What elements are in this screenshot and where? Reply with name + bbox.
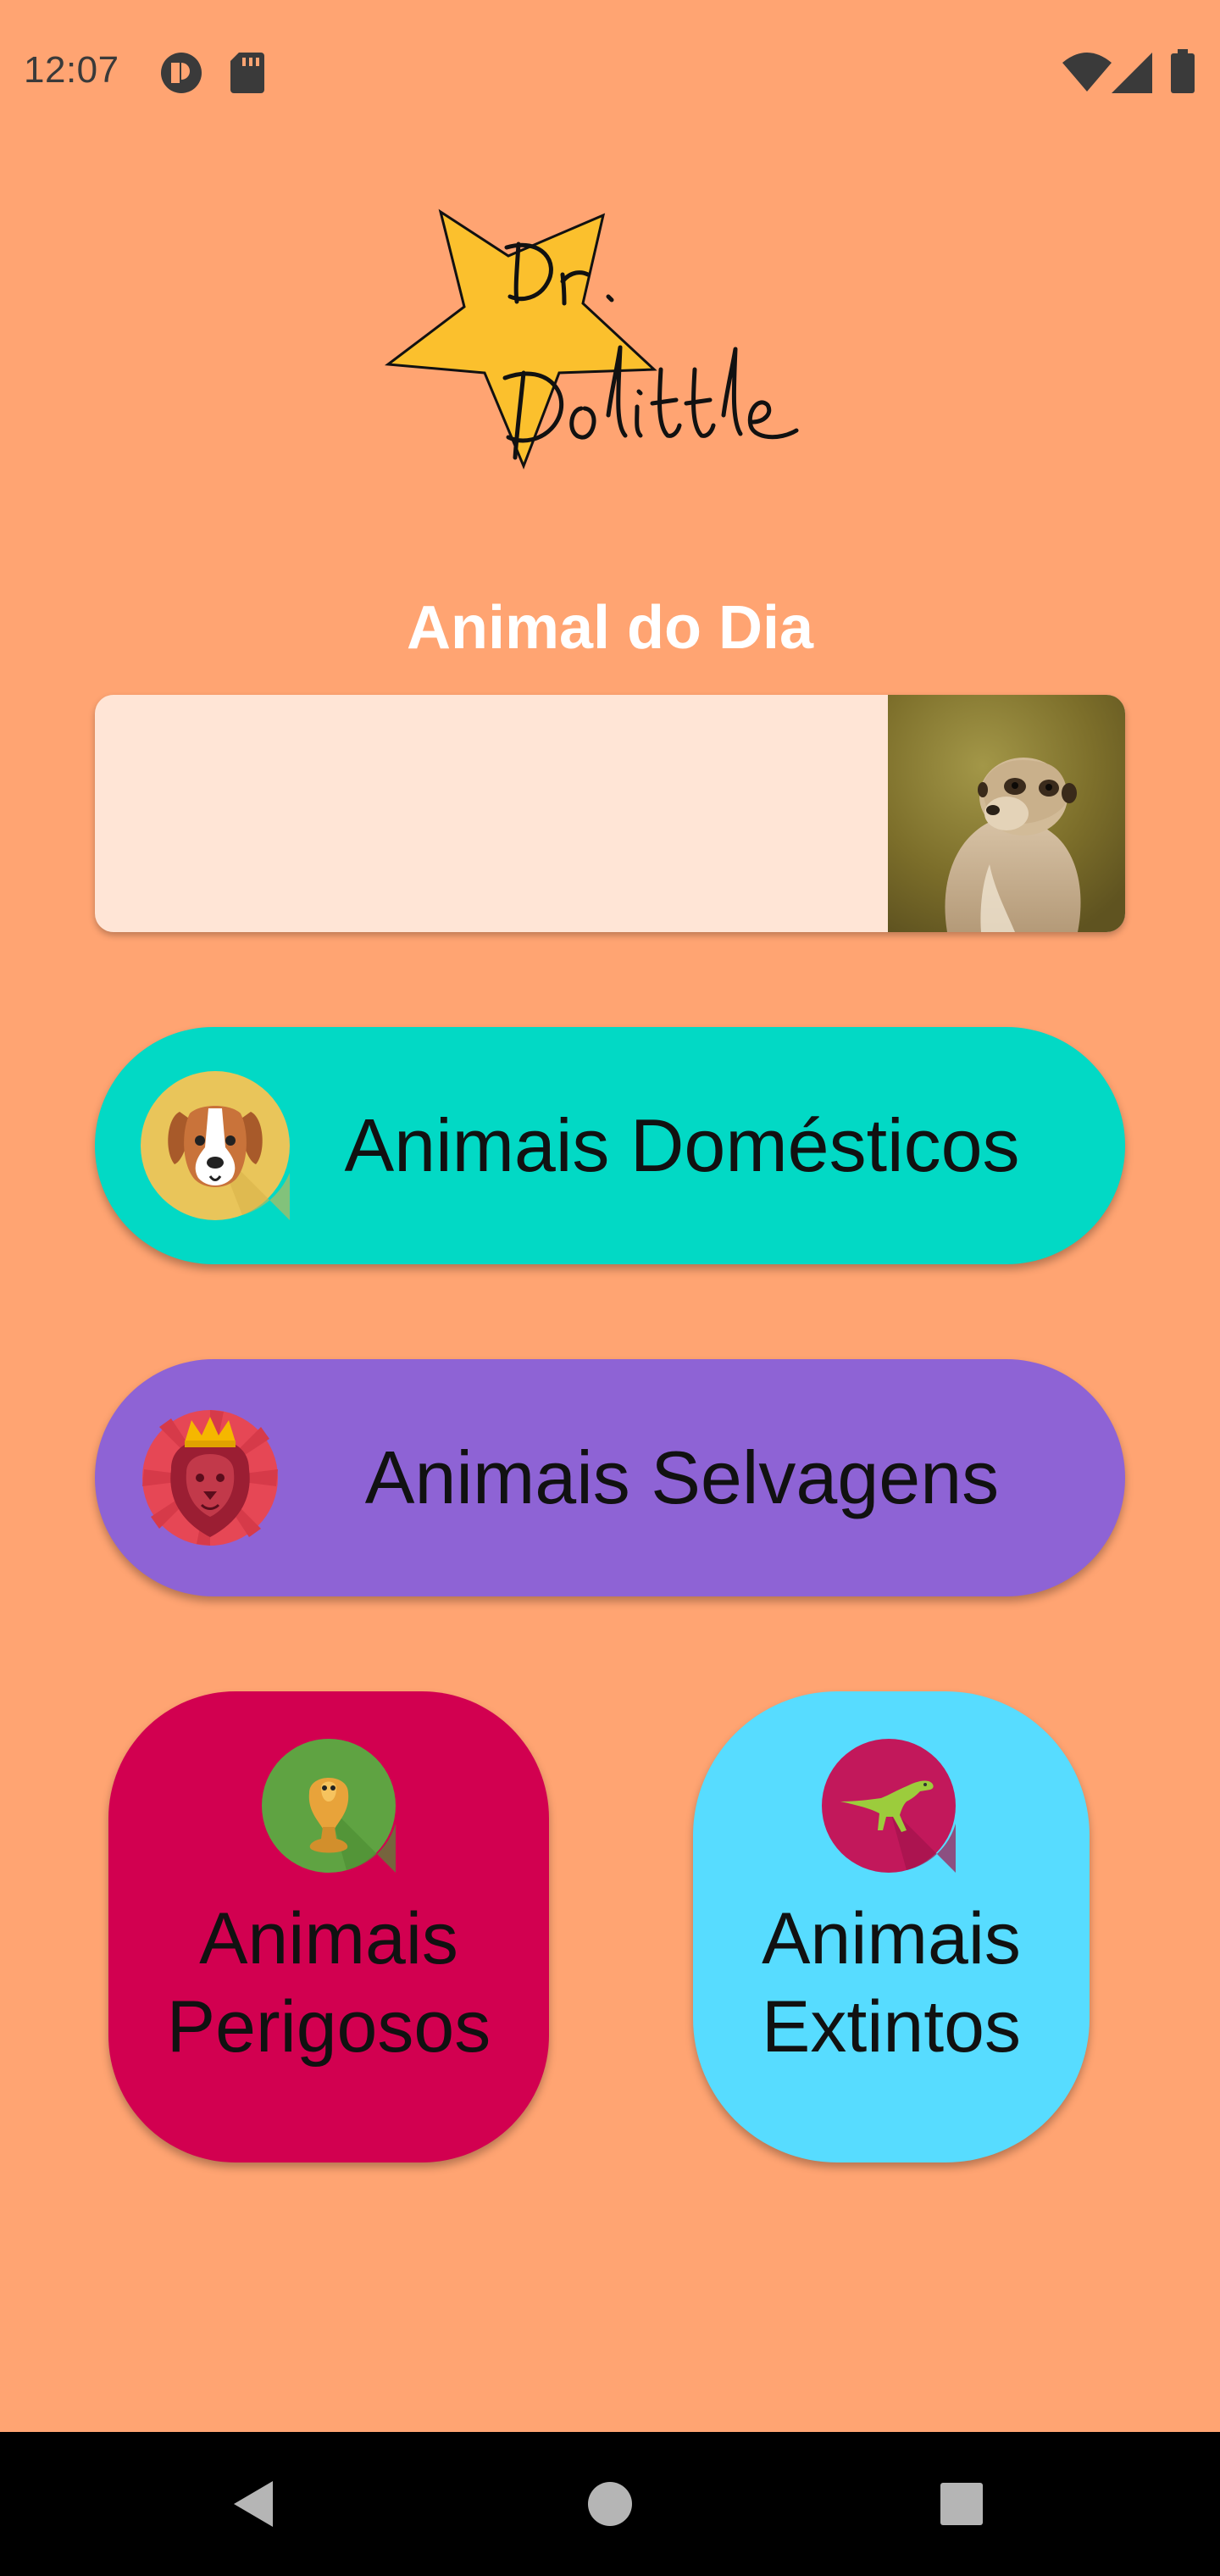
wifi-icon xyxy=(1062,53,1112,92)
meerkat-photo xyxy=(888,695,1125,932)
home-icon[interactable] xyxy=(572,2466,648,2542)
dangerous-animals-label: Animais Perigosos xyxy=(108,1895,549,2071)
lion-icon xyxy=(142,1410,278,1546)
back-icon[interactable] xyxy=(215,2466,291,2542)
status-bar: 12:07 xyxy=(0,0,1220,144)
battery-icon xyxy=(1171,49,1195,93)
dr-dolittle-logo xyxy=(384,208,799,470)
extinct-animals-button[interactable]: Animais Extintos xyxy=(693,1691,1090,2162)
sd-card-icon xyxy=(230,53,264,93)
dog-icon xyxy=(141,1071,290,1220)
extinct-animals-label: Animais Extintos xyxy=(693,1895,1090,2071)
app-notification-icon xyxy=(161,53,202,93)
animal-of-the-day-title: Animal do Dia xyxy=(406,594,814,662)
domestic-animals-label: Animais Domésticos xyxy=(344,1103,1020,1187)
animal-of-the-day-card[interactable] xyxy=(95,695,1125,932)
dinosaur-icon xyxy=(822,1739,956,1873)
status-time: 12:07 xyxy=(24,49,119,91)
recents-icon[interactable] xyxy=(923,2466,1000,2542)
dangerous-label-line2: Perigosos xyxy=(166,1986,491,2068)
domestic-animals-button[interactable]: Animais Domésticos xyxy=(95,1027,1125,1264)
dangerous-animals-button[interactable]: Animais Perigosos xyxy=(108,1691,549,2162)
extinct-label-line2: Extintos xyxy=(762,1986,1021,2068)
navigation-bar xyxy=(0,2432,1220,2576)
dangerous-label-line1: Animais xyxy=(199,1898,458,1979)
cellular-signal-icon xyxy=(1112,53,1152,93)
snake-icon xyxy=(262,1739,396,1873)
wild-animals-label: Animais Selvagens xyxy=(364,1435,1000,1519)
extinct-label-line1: Animais xyxy=(762,1898,1021,1979)
wild-animals-button[interactable]: Animais Selvagens xyxy=(95,1359,1125,1596)
